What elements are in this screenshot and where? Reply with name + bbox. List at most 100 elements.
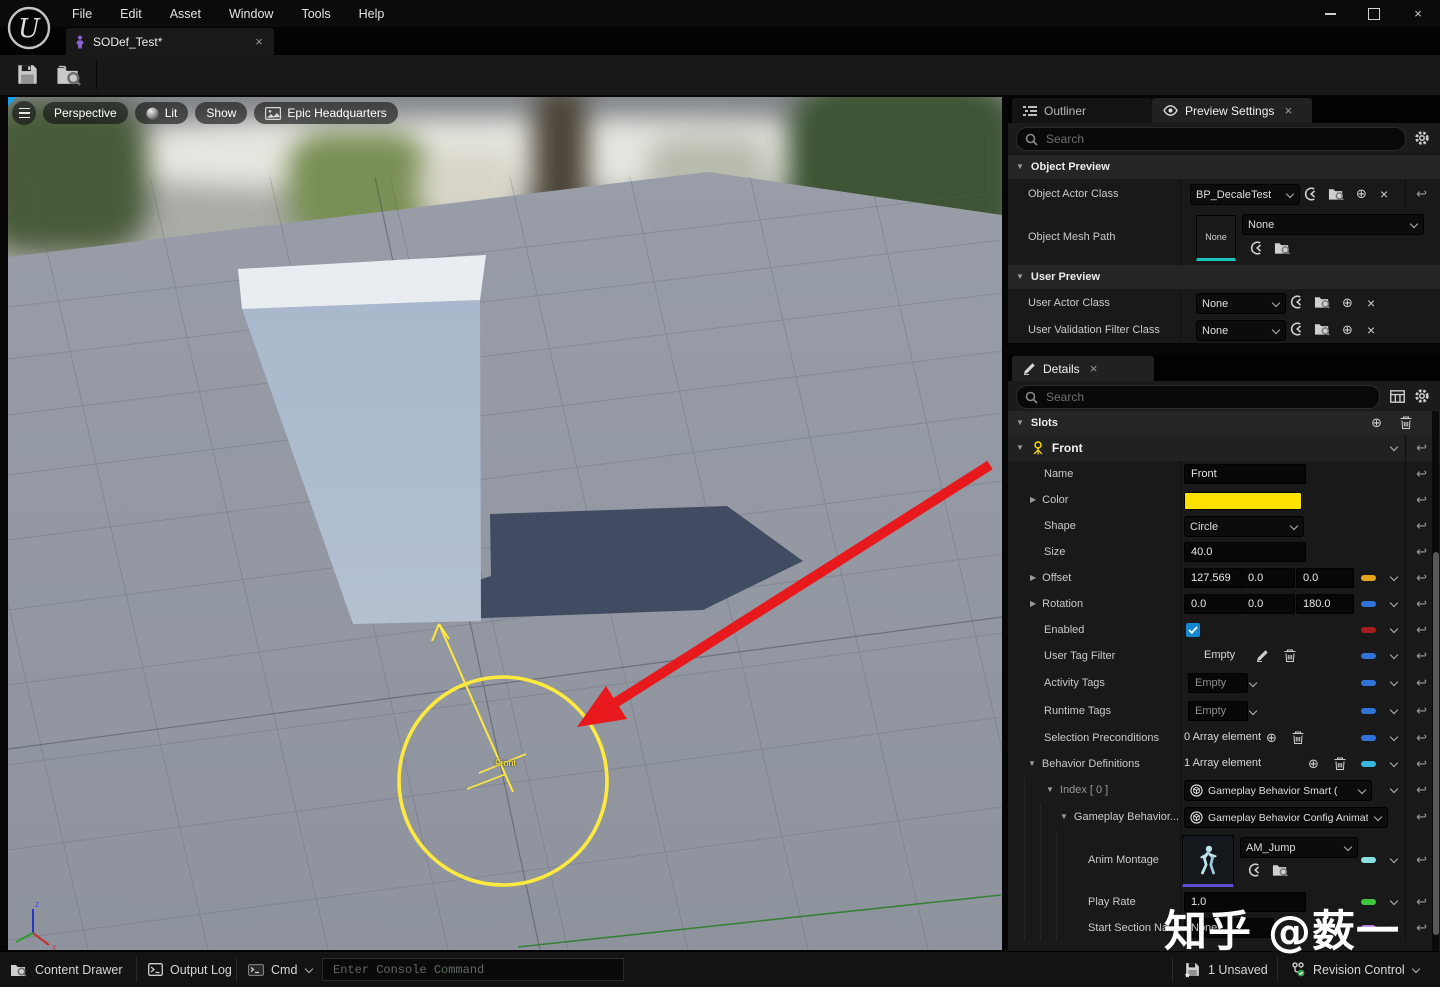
details-search-input[interactable] (1044, 389, 1371, 405)
plus-icon[interactable]: ⊕ (1342, 323, 1353, 336)
details-search[interactable] (1016, 385, 1380, 409)
reset-icon[interactable]: ↩ (1416, 702, 1427, 720)
reset-icon[interactable]: ↩ (1416, 755, 1427, 773)
unreal-logo-icon[interactable]: U (6, 5, 52, 51)
tab-details[interactable]: Details × (1012, 356, 1154, 381)
object-mesh-path-dropdown[interactable]: None (1242, 214, 1424, 235)
use-selected-icon[interactable] (1288, 294, 1304, 310)
reset-icon[interactable]: ↩ (1416, 569, 1427, 587)
maximize-button[interactable] (1352, 0, 1396, 27)
rotation-z-field[interactable]: 180.0 (1296, 594, 1354, 614)
console-command-bar[interactable] (322, 958, 624, 981)
section-user-preview[interactable]: ▼ User Preview (1008, 265, 1440, 290)
show-button[interactable]: Show (195, 102, 247, 124)
runtime-tags-box[interactable]: Empty (1188, 701, 1248, 721)
window-close-button[interactable]: × (1396, 0, 1440, 27)
behavior-class-dropdown[interactable]: Gameplay Behavior Smart ( (1184, 780, 1372, 801)
settings-gear-icon[interactable] (1414, 388, 1430, 404)
display-grid-icon[interactable] (1390, 390, 1405, 403)
reset-icon[interactable]: ↩ (1416, 919, 1427, 937)
expand-chevron-icon[interactable] (1389, 678, 1398, 687)
menu-tools[interactable]: Tools (287, 7, 344, 21)
anim-montage-thumbnail[interactable] (1182, 835, 1234, 887)
mesh-thumbnail[interactable]: None (1196, 215, 1236, 261)
viewport-menu-button[interactable] (12, 101, 36, 125)
reset-icon[interactable]: ↩ (1416, 781, 1427, 799)
expand-chevron-icon[interactable] (1389, 573, 1398, 582)
section-slots[interactable]: ▼ Slots ⊕ (1008, 411, 1440, 436)
add-element-icon[interactable]: ⊕ (1308, 757, 1319, 770)
use-selected-icon[interactable] (1246, 862, 1262, 878)
reset-icon[interactable]: ↩ (1416, 647, 1427, 665)
asset-tab[interactable]: SODef_Test* × (66, 28, 274, 55)
delete-slots-icon[interactable] (1400, 416, 1412, 430)
color-swatch[interactable] (1184, 492, 1302, 510)
reset-icon[interactable]: ↩ (1416, 185, 1427, 203)
rotation-y-field[interactable]: 0.0 (1241, 594, 1295, 614)
reset-icon[interactable]: ↩ (1416, 543, 1427, 561)
size-field[interactable]: 40.0 (1184, 542, 1306, 562)
minimize-button[interactable] (1308, 0, 1352, 27)
expand-chevron-icon[interactable] (1389, 651, 1398, 660)
tab-outliner[interactable]: Outliner (1012, 98, 1152, 123)
tags-dropdown-chevron[interactable] (1248, 707, 1257, 716)
output-log-button[interactable]: Output Log (148, 952, 232, 987)
details-close-icon[interactable]: × (1087, 361, 1101, 376)
asset-tab-close-icon[interactable]: × (252, 34, 266, 49)
trash-icon[interactable] (1284, 649, 1296, 663)
expand-chevron-icon[interactable] (1389, 625, 1398, 634)
reset-icon[interactable]: ↩ (1416, 893, 1427, 911)
reset-icon[interactable]: ↩ (1416, 808, 1427, 826)
menu-window[interactable]: Window (215, 7, 287, 21)
expand-chevron-icon[interactable] (1389, 599, 1398, 608)
activity-tags-box[interactable]: Empty (1188, 673, 1248, 693)
perspective-button[interactable]: Perspective (43, 102, 128, 124)
preview-search[interactable] (1016, 127, 1406, 151)
clear-icon[interactable]: × (1367, 296, 1375, 310)
object-actor-class-dropdown[interactable]: BP_DecaleTest (1190, 184, 1300, 205)
menu-asset[interactable]: Asset (156, 7, 215, 21)
reset-icon[interactable]: ↩ (1416, 439, 1427, 457)
expand-chevron-icon[interactable] (1389, 855, 1398, 864)
browse-icon[interactable] (1314, 321, 1331, 336)
row-slot-front[interactable]: ▼ Front ↩ (1008, 435, 1440, 462)
viewport[interactable]: z x Front Perspective Lit Show (8, 97, 1002, 950)
behavior-config-dropdown[interactable]: Gameplay Behavior Config Animati (1184, 807, 1388, 828)
use-selected-icon[interactable] (1302, 186, 1318, 202)
expand-chevron-icon[interactable] (1389, 785, 1398, 794)
expand-chevron-icon[interactable] (1389, 706, 1398, 715)
reset-icon[interactable]: ↩ (1416, 491, 1427, 509)
tab-preview-settings[interactable]: Preview Settings × (1152, 98, 1312, 123)
trash-icon[interactable] (1292, 731, 1304, 745)
preview-settings-close-icon[interactable]: × (1281, 103, 1295, 118)
reset-icon[interactable]: ↩ (1416, 595, 1427, 613)
user-actor-class-dropdown[interactable]: None (1196, 293, 1286, 314)
expand-chevron-icon[interactable] (1389, 443, 1398, 452)
add-slot-icon[interactable]: ⊕ (1371, 416, 1382, 429)
browse-icon[interactable] (1272, 862, 1289, 877)
browse-icon[interactable] (1274, 240, 1291, 255)
offset-y-field[interactable]: 0.0 (1241, 568, 1295, 588)
section-object-preview[interactable]: ▼ Object Preview (1008, 155, 1440, 180)
console-input[interactable] (331, 962, 615, 978)
use-selected-icon[interactable] (1288, 321, 1304, 337)
trash-icon[interactable] (1334, 757, 1346, 771)
search-input[interactable] (1044, 131, 1397, 147)
browse-icon[interactable] (1314, 294, 1331, 309)
save-button[interactable] (16, 63, 39, 86)
user-validation-filter-dropdown[interactable]: None (1196, 320, 1286, 341)
lit-mode-button[interactable]: Lit (135, 102, 189, 124)
details-scrollbar-thumb[interactable] (1433, 552, 1439, 935)
preview-scene-button[interactable]: Epic Headquarters (254, 102, 397, 124)
expand-chevron-icon[interactable] (1389, 759, 1398, 768)
browse-icon[interactable] (1328, 186, 1345, 201)
settings-gear-icon[interactable] (1414, 130, 1430, 146)
reset-icon[interactable]: ↩ (1416, 517, 1427, 535)
plus-icon[interactable]: ⊕ (1356, 187, 1367, 200)
reset-icon[interactable]: ↩ (1416, 674, 1427, 692)
menu-help[interactable]: Help (345, 7, 399, 21)
cmd-selector[interactable]: Cmd (248, 952, 313, 987)
tags-dropdown-chevron[interactable] (1248, 679, 1257, 688)
anim-montage-dropdown[interactable]: AM_Jump (1240, 837, 1358, 858)
reset-icon[interactable]: ↩ (1416, 729, 1427, 747)
